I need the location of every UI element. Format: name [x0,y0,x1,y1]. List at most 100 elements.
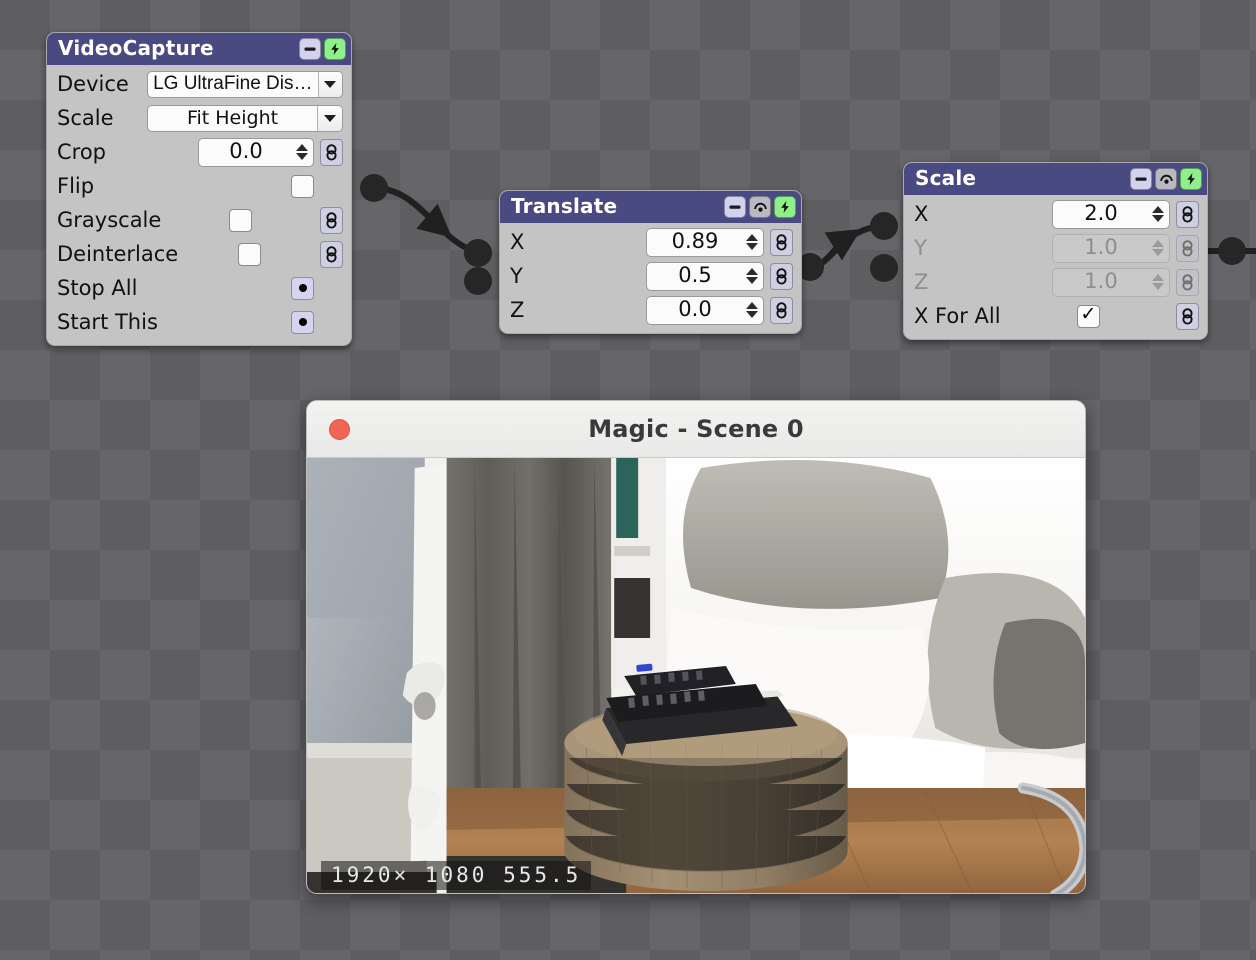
link-icon[interactable] [770,262,793,290]
link-icon[interactable] [1176,200,1199,228]
reset-icon[interactable] [749,196,771,218]
stepper-up-icon[interactable] [1151,206,1164,213]
row-label: Z [510,297,525,322]
row-label: Z [914,269,929,294]
stepper-up-icon[interactable] [745,302,758,309]
translate-y-value: 0.5 [678,263,712,287]
link-icon[interactable] [1176,302,1199,330]
chevron-down-icon[interactable] [317,105,342,131]
row-deinterlace[interactable]: Deinterlace [47,237,351,271]
minimize-icon[interactable] [724,196,746,218]
row-stop-all[interactable]: Stop All [47,271,351,305]
reset-icon[interactable] [1155,168,1177,190]
node-scale[interactable]: Scale X 2.0 Y 1.0 Z 1.0 X For All ✓ [903,162,1208,340]
minimize-icon[interactable] [299,38,321,60]
link-icon[interactable] [1176,234,1199,262]
row-label: Stop All [57,275,138,300]
translate-y-stepper[interactable]: 0.5 [646,261,764,291]
row-device[interactable]: Device LG UltraFine Dis… [47,67,351,101]
link-icon[interactable] [1176,268,1199,296]
stepper-arrows[interactable] [293,139,313,166]
stepper-down-icon[interactable] [295,153,308,160]
translate-x-stepper[interactable]: 0.89 [646,227,764,257]
deinterlace-checkbox[interactable] [237,242,261,266]
stepper-arrows[interactable] [1149,235,1169,262]
row-z[interactable]: Z 0.0 [500,293,801,327]
node-header[interactable]: VideoCapture [47,33,351,65]
stepper-down-icon[interactable] [1151,249,1164,256]
link-icon[interactable] [320,206,344,234]
row-scale[interactable]: Scale Fit Height [47,101,351,135]
stepper-up-icon[interactable] [745,268,758,275]
row-flip[interactable]: Flip [47,169,351,203]
device-dropdown[interactable]: LG UltraFine Dis… [147,70,343,98]
row-y[interactable]: Y 0.5 [500,259,801,293]
stepper-up-icon[interactable] [1151,274,1164,281]
stepper-arrows[interactable] [743,263,763,290]
link-icon[interactable] [770,296,793,324]
start-this-button[interactable] [291,310,314,334]
node-videocapture[interactable]: VideoCapture Device LG UltraFine Dis… Sc… [46,32,352,346]
node-header[interactable]: Translate [500,191,801,223]
minimize-icon[interactable] [1130,168,1152,190]
stepper-up-icon[interactable] [295,144,308,151]
resolution-overlay: 1920× 1080 555.5 [321,861,592,890]
scale-y-stepper[interactable]: 1.0 [1052,233,1170,263]
row-grayscale[interactable]: Grayscale [47,203,351,237]
bolt-icon[interactable] [1180,168,1202,190]
row-label: Crop [57,139,107,164]
grayscale-checkbox[interactable] [229,208,253,232]
node-body: Device LG UltraFine Dis… Scale Fit Heigh… [47,65,351,345]
preview-titlebar[interactable]: Magic - Scene 0 [307,401,1085,458]
node-editor-canvas[interactable]: VideoCapture Device LG UltraFine Dis… Sc… [0,0,1256,960]
node-body: X 0.89 Y 0.5 Z 0.0 [500,223,801,333]
link-icon[interactable] [770,228,793,256]
x-for-all-checkbox[interactable]: ✓ [1076,304,1100,328]
stepper-up-icon[interactable] [1151,240,1164,247]
row-label: Flip [57,173,95,198]
translate-x-value: 0.89 [671,229,719,253]
node-translate[interactable]: Translate X 0.89 Y 0.5 Z 0.0 [499,190,802,334]
bolt-icon[interactable] [324,38,346,60]
row-z[interactable]: Z 1.0 [904,265,1207,299]
row-x[interactable]: X 0.89 [500,225,801,259]
scale-x-stepper[interactable]: 2.0 [1052,199,1170,229]
stepper-arrows[interactable] [743,297,763,324]
stepper-down-icon[interactable] [1151,283,1164,290]
stop-all-button[interactable] [291,276,314,300]
link-icon[interactable] [320,240,344,268]
stepper-up-icon[interactable] [745,234,758,241]
row-x-for-all[interactable]: X For All ✓ [904,299,1207,333]
scale-value: Fit Height [186,107,279,129]
translate-z-stepper[interactable]: 0.0 [646,295,764,325]
row-label: Start This [57,309,158,334]
bolt-icon[interactable] [774,196,796,218]
row-y[interactable]: Y 1.0 [904,231,1207,265]
flip-checkbox[interactable] [291,174,314,198]
node-header[interactable]: Scale [904,163,1207,195]
radio-dot-icon [298,318,307,326]
row-label: Device [57,71,129,96]
chevron-down-icon[interactable] [317,71,342,97]
row-x[interactable]: X 2.0 [904,197,1207,231]
stepper-arrows[interactable] [743,229,763,256]
row-label: Deinterlace [57,241,179,266]
row-label: X [914,201,929,226]
scale-dropdown[interactable]: Fit Height [147,104,343,132]
scale-z-stepper[interactable]: 1.0 [1052,267,1170,297]
row-label: Y [914,235,927,260]
stepper-down-icon[interactable] [745,311,758,318]
row-label: X [510,229,525,254]
stepper-arrows[interactable] [1149,201,1169,228]
node-header-buttons [724,196,796,218]
stepper-arrows[interactable] [1149,269,1169,296]
preview-window[interactable]: Magic - Scene 0 1920× 1080 555.5 [306,400,1086,894]
crop-stepper[interactable]: 0.0 [198,137,314,167]
stepper-down-icon[interactable] [745,243,758,250]
link-icon[interactable] [320,138,343,166]
stepper-down-icon[interactable] [745,277,758,284]
stepper-down-icon[interactable] [1151,215,1164,222]
row-crop[interactable]: Crop 0.0 [47,135,351,169]
row-start-this[interactable]: Start This [47,305,351,339]
node-title: Scale [915,166,977,190]
